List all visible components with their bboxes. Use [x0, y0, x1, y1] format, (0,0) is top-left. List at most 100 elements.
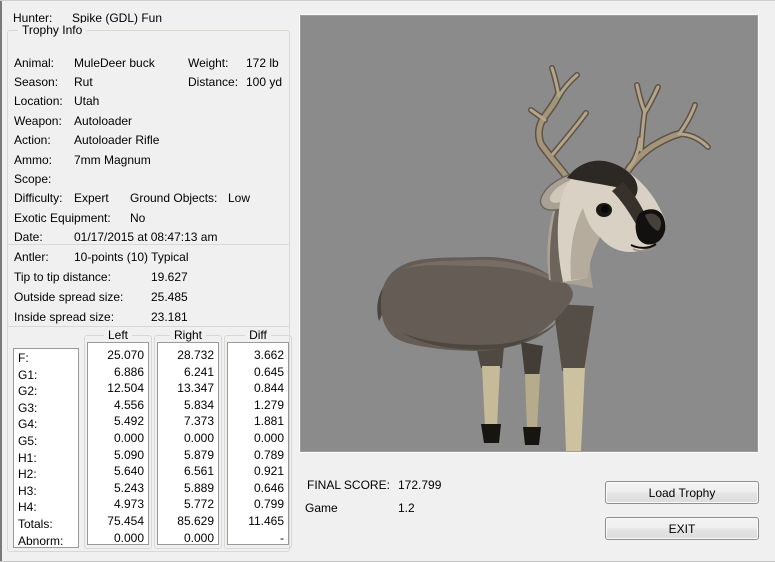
- left-value: 75.454: [88, 513, 144, 530]
- diff-value: 1.881: [228, 413, 284, 430]
- game-version-row: Game 1.2: [305, 500, 415, 515]
- right-value: 6.241: [158, 364, 214, 381]
- right-values-box: 28.732 6.241 13.347 5.834 7.373 0.000 5.…: [157, 342, 219, 545]
- difficulty-value: Expert: [74, 191, 130, 205]
- field-row-location: Location: Utah: [14, 92, 286, 111]
- left-value: 0.000: [88, 530, 144, 545]
- action-label: Action:: [14, 133, 74, 147]
- row-label: H1:: [18, 450, 78, 467]
- right-value: 6.561: [158, 463, 214, 480]
- right-value: 13.347: [158, 380, 214, 397]
- deer-antlers: [531, 68, 708, 180]
- location-label: Location:: [14, 94, 74, 108]
- weapon-label: Weapon:: [14, 114, 74, 128]
- left-value: 5.640: [88, 463, 144, 480]
- row-label: H3:: [18, 483, 78, 500]
- ammo-value: 7mm Magnum: [74, 153, 151, 167]
- diff-value: 0.645: [228, 364, 284, 381]
- field-row-ammo: Ammo: 7mm Magnum: [14, 150, 286, 169]
- field-row-action: Action: Autoloader Rifle: [14, 131, 286, 150]
- left-value: 5.492: [88, 413, 144, 430]
- row-label: Abnorm:: [18, 533, 78, 548]
- diff-value: 11.465: [228, 513, 284, 530]
- field-row-inside-spread: Inside spread size: 23.181: [14, 307, 286, 327]
- diff-value: 3.662: [228, 347, 284, 364]
- field-row-difficulty: Difficulty: Expert Ground Objects: Low: [14, 189, 286, 208]
- right-column-header: Right: [170, 328, 206, 342]
- row-label: H2:: [18, 466, 78, 483]
- window-left-edge: [0, 0, 2, 562]
- animal-label: Animal:: [14, 56, 74, 70]
- outside-spread-label: Outside spread size:: [14, 290, 151, 304]
- diff-value: 0.844: [228, 380, 284, 397]
- final-score-label: FINAL SCORE:: [307, 478, 398, 492]
- row-label: Totals:: [18, 516, 78, 533]
- deer-head: [535, 161, 666, 288]
- diff-value: 0.789: [228, 447, 284, 464]
- deer-body: [377, 257, 594, 451]
- distance-label: Distance:: [188, 75, 246, 89]
- left-value: 6.886: [88, 364, 144, 381]
- diff-value: 0.646: [228, 480, 284, 497]
- right-value: 0.000: [158, 430, 214, 447]
- final-score-value: 172.799: [398, 478, 441, 492]
- trophy-info-legend: Trophy Info: [18, 23, 86, 37]
- diff-value: 0.921: [228, 463, 284, 480]
- antler-fields: Antler: 10-points (10) Typical Tip to ti…: [14, 247, 286, 327]
- trophy-fields: Animal: MuleDeer buck Weight: 172 lb Sea…: [14, 53, 286, 247]
- field-row-weapon: Weapon: Autoloader: [14, 111, 286, 130]
- difficulty-label: Difficulty:: [14, 191, 74, 205]
- section-divider: [8, 244, 289, 245]
- distance-value: 100 yd: [246, 75, 282, 89]
- left-column-header: Left: [104, 328, 132, 342]
- row-label: F:: [18, 350, 78, 367]
- action-value: Autoloader Rifle: [74, 133, 159, 147]
- antler-value: 10-points (10) Typical: [74, 250, 189, 264]
- final-score-row: FINAL SCORE: 172.799: [307, 477, 441, 492]
- scope-label: Scope:: [14, 172, 74, 186]
- row-label: G5:: [18, 433, 78, 450]
- measurement-row-labels-box: F: G1: G2: G3: G4: G5: H1: H2: H3: H4: T…: [13, 348, 79, 548]
- row-label: G2:: [18, 383, 78, 400]
- season-value: Rut: [74, 75, 188, 89]
- exotic-equipment-label: Exotic Equipment:: [14, 211, 130, 225]
- weapon-value: Autoloader: [74, 114, 132, 128]
- diff-values-box: 3.662 0.645 0.844 1.279 1.881 0.000 0.78…: [227, 342, 289, 545]
- measurements-area: F: G1: G2: G3: G4: G5: H1: H2: H3: H4: T…: [13, 327, 289, 551]
- trophy-3d-viewport[interactable]: [300, 15, 758, 452]
- outside-spread-value: 25.485: [151, 290, 188, 304]
- diff-value: 0.799: [228, 496, 284, 513]
- ground-objects-value: Low: [228, 191, 250, 205]
- right-value: 0.000: [158, 530, 214, 545]
- left-value: 4.556: [88, 397, 144, 414]
- diff-column-group: Diff 3.662 0.645 0.844 1.279 1.881 0.000…: [224, 335, 292, 549]
- right-value: 28.732: [158, 347, 214, 364]
- row-label: G3:: [18, 400, 78, 417]
- left-value: 25.070: [88, 347, 144, 364]
- trophy-info-group: Trophy Info Animal: MuleDeer buck Weight…: [7, 30, 290, 552]
- right-value: 5.834: [158, 397, 214, 414]
- right-value: 5.772: [158, 496, 214, 513]
- date-label: Date:: [14, 230, 74, 244]
- game-version-value: 1.2: [398, 501, 415, 515]
- row-label: G1:: [18, 367, 78, 384]
- weight-label: Weight:: [188, 56, 246, 70]
- animal-value: MuleDeer buck: [74, 56, 188, 70]
- exit-button[interactable]: EXIT: [605, 517, 759, 540]
- left-value: 5.090: [88, 447, 144, 464]
- trophy-window: Hunter: Spike (GDL) Fun Trophy Info Anim…: [0, 0, 775, 562]
- location-value: Utah: [74, 94, 99, 108]
- right-column-group: Right 28.732 6.241 13.347 5.834 7.373 0.…: [154, 335, 222, 549]
- row-label: G4:: [18, 416, 78, 433]
- window-top-edge: [0, 0, 775, 1]
- diff-value: -: [228, 530, 284, 545]
- right-value: 5.889: [158, 480, 214, 497]
- deer-3d-model: [301, 16, 757, 451]
- right-value: 5.879: [158, 447, 214, 464]
- load-trophy-button[interactable]: Load Trophy: [605, 481, 759, 504]
- antler-label: Antler:: [14, 250, 74, 264]
- left-values-box: 25.070 6.886 12.504 4.556 5.492 0.000 5.…: [87, 342, 149, 545]
- field-row-scope: Scope:: [14, 169, 286, 188]
- left-value: 12.504: [88, 380, 144, 397]
- date-value: 01/17/2015 at 08:47:13 am: [74, 230, 217, 244]
